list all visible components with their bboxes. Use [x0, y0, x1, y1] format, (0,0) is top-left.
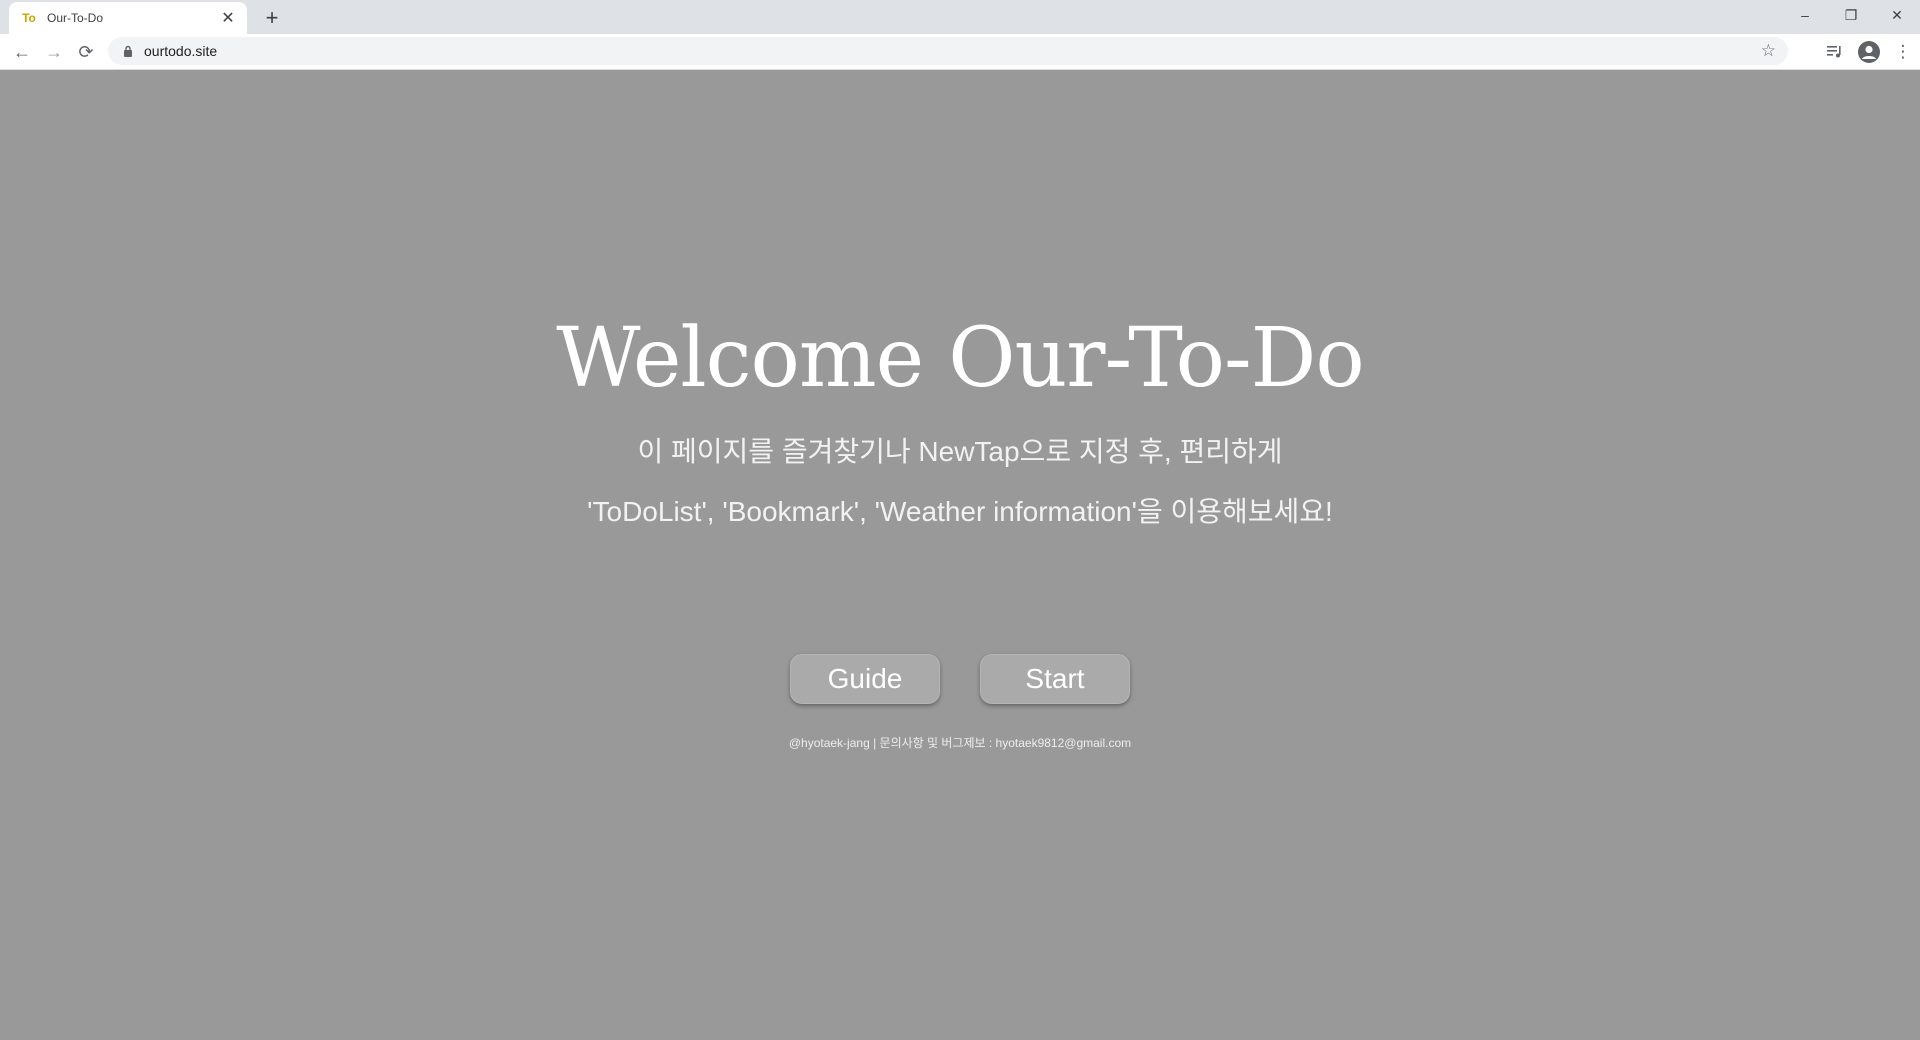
tab-title: Our-To-Do	[47, 11, 104, 25]
profile-avatar-icon[interactable]	[1852, 38, 1886, 66]
new-tab-button[interactable]: +	[258, 4, 286, 32]
start-button[interactable]: Start	[980, 654, 1130, 704]
action-buttons: Guide Start	[0, 654, 1920, 704]
browser-tab-strip: To Our-To-Do ✕ + – ❐ ✕	[0, 0, 1920, 34]
site-favicon-icon: To	[22, 11, 36, 25]
bookmark-star-icon[interactable]: ☆	[1761, 41, 1776, 61]
close-tab-icon[interactable]: ✕	[219, 9, 237, 27]
page-title: Welcome Our-To-Do	[556, 311, 1365, 406]
back-button[interactable]: ←	[8, 38, 36, 66]
address-bar[interactable]: ourtodo.site ☆	[108, 37, 1788, 65]
menu-kebab-icon[interactable]: ⋮	[1886, 38, 1920, 66]
intro-line-2: 'ToDoList', 'Bookmark', 'Weather informa…	[587, 496, 1333, 527]
media-playlist-icon[interactable]	[1818, 38, 1852, 66]
address-url[interactable]: ourtodo.site	[144, 43, 1761, 59]
window-controls: – ❐ ✕	[1782, 0, 1920, 30]
forward-button[interactable]: →	[40, 38, 68, 66]
footer-contact: @hyotaek-jang | 문의사항 및 버그제보 : hyotaek981…	[788, 736, 1132, 750]
toolbar-right-actions: ⋮	[1818, 38, 1920, 66]
browser-toolbar: ← → ⟳ ourtodo.site ☆ ⋮	[0, 34, 1920, 70]
browser-tab[interactable]: To Our-To-Do ✕	[9, 2, 247, 34]
minimize-button[interactable]: –	[1782, 0, 1828, 30]
guide-button[interactable]: Guide	[790, 654, 940, 704]
intro-line-1: 이 페이지를 즐겨찾기나 NewTap으로 지정 후, 편리하게	[637, 436, 1283, 467]
hero-section: Welcome Our-To-Do 이 페이지를 즐겨찾기나 NewTap으로 …	[0, 311, 1920, 526]
reload-button[interactable]: ⟳	[72, 38, 100, 66]
lock-icon	[122, 45, 134, 57]
restore-button[interactable]: ❐	[1828, 0, 1874, 30]
close-window-button[interactable]: ✕	[1874, 0, 1920, 30]
page-viewport	[0, 70, 1920, 1040]
